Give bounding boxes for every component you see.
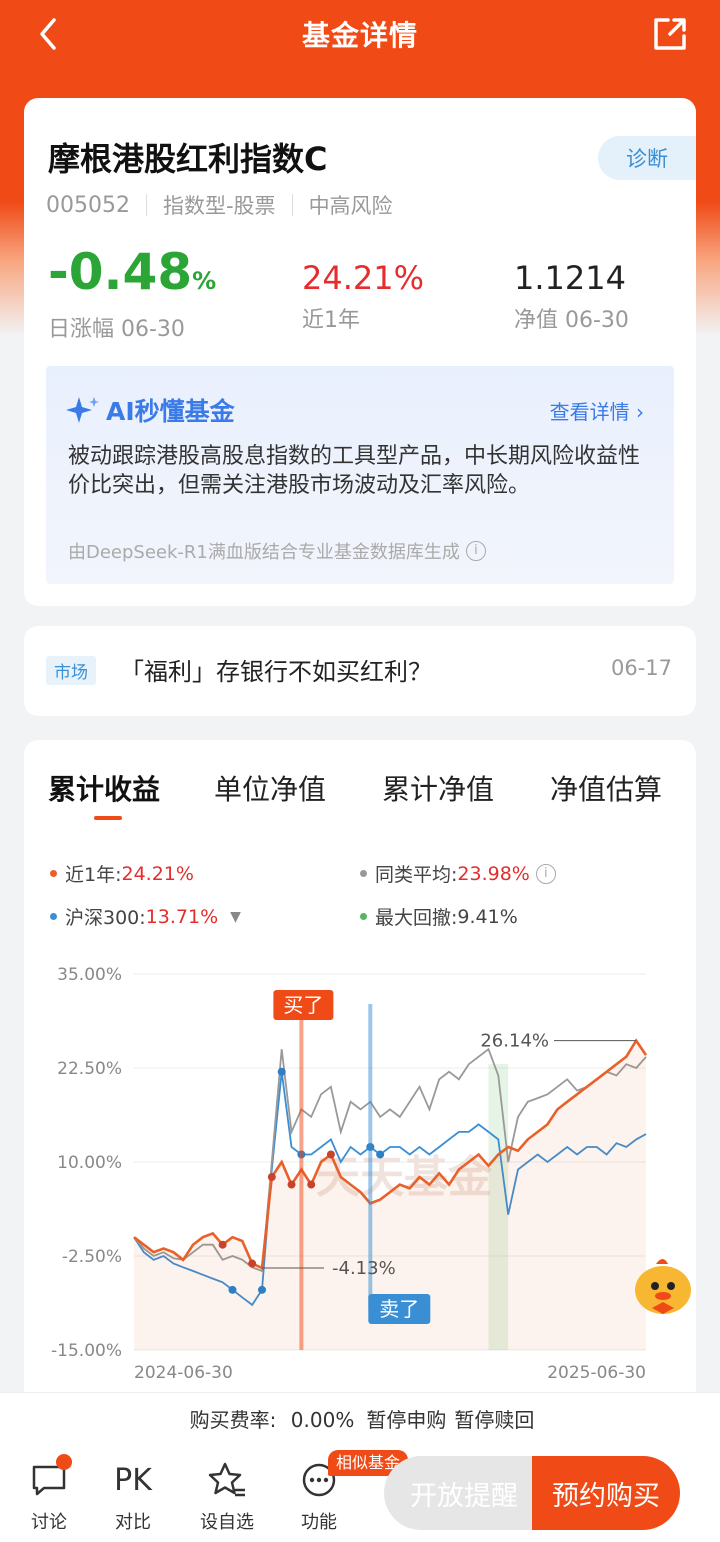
y-tick-label: -15.00%	[51, 1341, 122, 1361]
mascot-icon[interactable]	[628, 1250, 698, 1320]
add-watchlist-button[interactable]: 设自选	[192, 1458, 262, 1534]
daily-change-value: -0.48%	[48, 243, 217, 301]
trade-point	[277, 1067, 286, 1076]
functions-label: 功能	[301, 1512, 337, 1533]
purchase-status: 暂停申购	[366, 1408, 447, 1432]
news-card[interactable]: 市场 「福利」存银行不如买红利？ 06-17	[24, 626, 696, 716]
top-bar: 基金详情	[0, 0, 720, 68]
fund-summary-card: 摩根港股红利指数C 诊断 005052 指数型-股票 中高风险 -0.48% 日…	[24, 98, 696, 606]
news-title[interactable]: 「福利」存银行不如买红利？	[120, 652, 432, 687]
year-return-label: 近1年	[302, 308, 360, 333]
y-tick-label: 35.00%	[57, 965, 122, 985]
reserve-buy-button[interactable]: 预约购买	[532, 1456, 680, 1530]
compare-label: 对比	[115, 1512, 151, 1533]
nav-value: 1.1214	[514, 259, 626, 297]
fund-name: 摩根港股红利指数C	[48, 140, 328, 178]
min-annotation-label: -4.13%	[332, 1258, 396, 1279]
notification-badge	[56, 1454, 72, 1470]
share-icon[interactable]	[650, 14, 690, 54]
fund-meta: 005052 指数型-股票 中高风险	[46, 190, 393, 220]
bottom-action-bar: 讨论 PK 对比 设自选 功能 相似基金 开放提醒 预约购买	[0, 1444, 720, 1542]
ai-view-details-link[interactable]: 查看详情 ›	[550, 396, 644, 425]
trade-point	[258, 1285, 266, 1294]
nav-stat: 1.1214 净值 06-30	[514, 258, 629, 334]
discuss-button[interactable]: 讨论	[14, 1454, 84, 1534]
info-icon[interactable]: i	[465, 541, 486, 561]
trade-point	[228, 1285, 237, 1294]
x-tick-label: 2024-06-30	[134, 1363, 233, 1383]
news-date: 06-17	[610, 656, 672, 680]
sell-marker-label: 卖了	[379, 1297, 419, 1321]
performance-chart-card: 累计收益 单位净值 累计净值 净值估算 近1年: 24.21% 同类平均: 23.9…	[24, 740, 696, 1420]
fee-label: 购买费率: 0.00%	[189, 1408, 355, 1432]
divider	[291, 194, 293, 216]
discuss-label: 讨论	[31, 1512, 67, 1533]
ai-footer-text: 由DeepSeek-R1满血版结合专业基金数据库生成	[68, 542, 460, 563]
year-return-stat: 24.21% 近1年	[302, 258, 424, 334]
year-return-value: 24.21%	[302, 259, 425, 297]
diagnose-button[interactable]: 诊断	[598, 136, 696, 180]
y-tick-label: 10.00%	[57, 1153, 122, 1173]
max-annotation-label: 26.14%	[480, 1031, 549, 1052]
back-icon[interactable]	[30, 14, 70, 54]
ai-title: AI秒懂基金	[66, 392, 235, 428]
pk-icon: PK	[114, 1462, 152, 1498]
nav-label: 净值 06-30	[514, 308, 629, 333]
open-reminder-button[interactable]: 开放提醒	[384, 1456, 544, 1530]
ai-title-text: AI秒懂基金	[106, 397, 235, 426]
compare-button[interactable]: PK 对比	[98, 1458, 168, 1534]
trade-point	[267, 1173, 276, 1182]
trade-point	[248, 1259, 257, 1268]
page-title: 基金详情	[301, 19, 418, 52]
ai-footer: 由DeepSeek-R1满血版结合专业基金数据库生成 i	[68, 538, 486, 564]
trade-point	[307, 1180, 316, 1189]
trade-point	[326, 1150, 335, 1159]
y-tick-label: 22.50%	[57, 1059, 122, 1079]
x-tick-label: 2025-06-30	[547, 1363, 646, 1383]
buy-marker-label: 买了	[283, 993, 323, 1017]
trade-point	[218, 1240, 227, 1249]
fund-risk: 中高风险	[308, 194, 393, 218]
sparkle-icon	[66, 397, 99, 423]
ai-summary-box[interactable]: AI秒懂基金 查看详情 › 被动跟踪港股高股息指数的工具型产品，中长期风险收益性…	[46, 366, 674, 584]
redeem-status: 暂停赎回	[454, 1408, 535, 1432]
watch-label: 设自选	[200, 1512, 254, 1533]
fee-info-bar: 购买费率: 0.00% 暂停申购 暂停赎回	[0, 1392, 720, 1444]
ai-summary-text: 被动跟踪港股高股息指数的工具型产品，中长期风险收益性价比突出，但需关注港股市场波…	[68, 444, 641, 498]
trade-point	[376, 1150, 385, 1159]
daily-change-stat: -0.48% 日涨幅 06-30	[48, 246, 216, 343]
return-chart[interactable]: 35.00%22.50%10.00%-2.50%-15.00%天天基金买了卖了2…	[24, 740, 696, 1420]
divider	[145, 194, 147, 216]
fund-code: 005052	[46, 192, 130, 218]
star-icon	[208, 1462, 245, 1497]
trade-point	[287, 1180, 296, 1189]
daily-change-label: 日涨幅 06-30	[48, 317, 185, 342]
fund-type: 指数型-股票	[162, 194, 276, 218]
news-tag: 市场	[46, 656, 96, 685]
y-tick-label: -2.50%	[62, 1247, 122, 1267]
